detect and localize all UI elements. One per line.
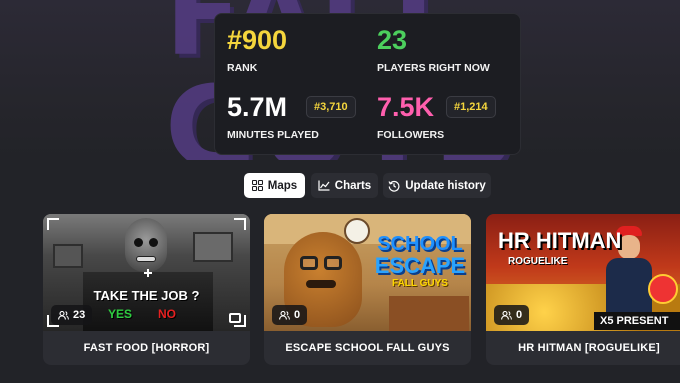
- tab-charts-label: Charts: [334, 179, 372, 192]
- minutes-label: MINUTES PLAYED: [227, 129, 319, 141]
- face-eye-left: [134, 238, 143, 247]
- face-teeth: [136, 256, 156, 262]
- player-count-badge: 0: [494, 305, 530, 325]
- player-count-badge: 23: [51, 305, 93, 325]
- player-count: 0: [294, 309, 301, 321]
- map-title: HR HITMAN [ROGUELIKE]: [518, 342, 660, 354]
- players-icon: [58, 310, 69, 320]
- players-value: 23: [377, 25, 408, 55]
- tab-update-history-label: Update history: [405, 179, 486, 192]
- logo-line-fall-guys: FALL GUYS: [392, 278, 448, 289]
- logo-line-school: SCHOOL: [377, 233, 463, 255]
- horror-face: [125, 218, 167, 272]
- school-escape-logo: SCHOOL ESCAPE FALL GUYS: [372, 234, 468, 290]
- grid-icon: [251, 180, 263, 191]
- player-count: 23: [73, 309, 86, 321]
- logo-line-escape: ESCAPE: [374, 253, 466, 278]
- map-thumbnail-escape-school: SCHOOL ESCAPE FALL GUYS 0: [264, 214, 471, 331]
- logo-line-roguelike: ROGUELIKE: [508, 256, 568, 267]
- stat-players: 23 PLAYERS RIGHT NOW: [377, 25, 490, 75]
- rank-label: RANK: [227, 62, 258, 74]
- followers-label: FOLLOWERS: [377, 129, 445, 141]
- hitman-suit: [606, 258, 652, 318]
- players-icon: [279, 310, 290, 320]
- map-card-hr-hitman[interactable]: HR HITMAN ROGUELIKE X5 PRESENT 0 HR HITM…: [486, 214, 680, 365]
- logo-line-hr-hitman: HR HITMAN: [498, 228, 622, 253]
- thumb-no: NO: [158, 307, 176, 321]
- diner-window-left: [53, 244, 83, 268]
- glasses-left: [300, 256, 318, 270]
- stats-panel: #900 RANK 23 PLAYERS RIGHT NOW 5.7M MINU…: [214, 13, 521, 155]
- followers-rank-badge: #1,214: [446, 96, 496, 118]
- desk: [389, 296, 469, 331]
- map-thumbnail-hr-hitman: HR HITMAN ROGUELIKE X5 PRESENT 0: [486, 214, 680, 331]
- money-bag: [648, 274, 678, 304]
- diner-window: [193, 232, 233, 262]
- player-count: 0: [516, 309, 523, 321]
- map-title: FAST FOOD [HORROR]: [83, 342, 210, 354]
- presenter-banner: X5 PRESENT: [594, 312, 680, 330]
- player-count-badge: 0: [272, 305, 308, 325]
- map-title: ESCAPE SCHOOL FALL GUYS: [285, 342, 450, 354]
- camera-icon: [229, 313, 241, 323]
- players-icon: [501, 310, 512, 320]
- followers-value: 7.5K: [377, 92, 435, 122]
- tab-maps-label: Maps: [267, 179, 298, 192]
- frame-corner-tl: [47, 218, 59, 230]
- mustache: [306, 280, 336, 288]
- glasses-right: [324, 256, 342, 270]
- tab-charts[interactable]: Charts: [311, 173, 378, 198]
- stat-followers: 7.5K FOLLOWERS: [377, 92, 445, 142]
- map-card-fast-food[interactable]: TAKE THE JOB ? YES NO 23 FAST FOOD [HORR…: [43, 214, 250, 365]
- rank-value: #900: [227, 25, 288, 55]
- map-card-escape-school[interactable]: SCHOOL ESCAPE FALL GUYS 0 ESCAPE SCHOOL …: [264, 214, 471, 365]
- chart-line-icon: [318, 180, 330, 191]
- stat-rank: #900 RANK: [227, 25, 288, 75]
- thumb-yes: YES: [108, 307, 133, 321]
- crosshair-icon: [144, 269, 152, 277]
- minutes-rank-badge: #3,710: [306, 96, 356, 118]
- frame-corner-tr: [234, 218, 246, 230]
- thumb-caption-take-the-job: TAKE THE JOB ?: [93, 288, 200, 303]
- players-label: PLAYERS RIGHT NOW: [377, 62, 490, 74]
- map-thumbnail-fast-food: TAKE THE JOB ? YES NO 23: [43, 214, 250, 331]
- tab-update-history[interactable]: Update history: [383, 173, 491, 198]
- tab-maps[interactable]: Maps: [244, 173, 305, 198]
- history-icon: [388, 180, 400, 192]
- face-eye-right: [149, 238, 158, 247]
